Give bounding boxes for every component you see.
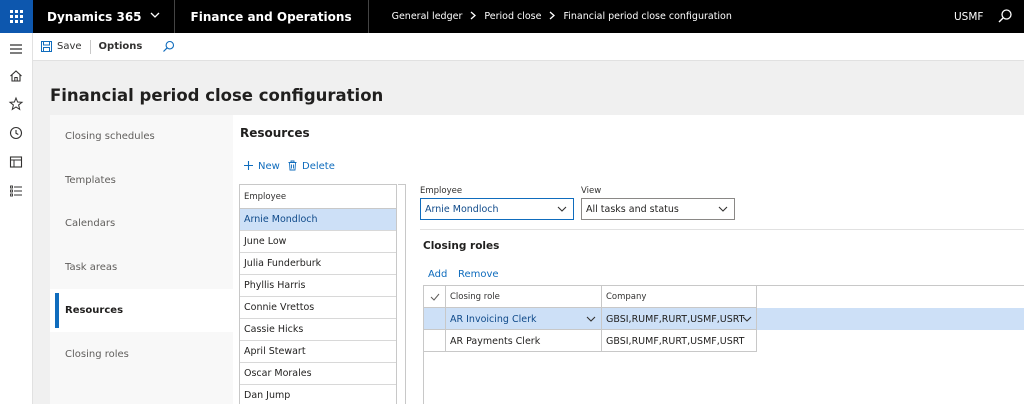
tab-templates[interactable]: Templates	[50, 159, 233, 202]
view-field-label: View	[581, 186, 602, 196]
table-row[interactable]: AR Payments Clerk GBSI,RUMF,RURT,USMF,US…	[424, 330, 1024, 352]
employee-column-header[interactable]: Employee	[240, 185, 396, 209]
closing-role-cell[interactable]: AR Invoicing Clerk	[450, 308, 536, 330]
add-role-button[interactable]: Add	[428, 269, 447, 280]
home-icon[interactable]	[8, 68, 24, 84]
view-dropdown-value: All tasks and status	[586, 203, 679, 215]
vertical-tabs: Closing schedules Templates Calendars Ta…	[50, 115, 233, 404]
company-column-header[interactable]: Company	[606, 286, 646, 308]
favorites-star-icon[interactable]	[8, 96, 24, 112]
save-icon	[41, 41, 52, 52]
employee-list: Employee Arnie Mondloch June Low Julia F…	[239, 184, 397, 404]
grid-header-row: Closing role Company	[424, 286, 1024, 308]
tab-resources[interactable]: Resources	[50, 289, 233, 332]
closing-role-cell[interactable]: AR Payments Clerk	[450, 330, 540, 352]
employee-dropdown-value: Arnie Mondloch	[425, 203, 499, 215]
list-item[interactable]: Dan Jump	[240, 385, 396, 404]
table-row[interactable]: AR Invoicing Clerk GBSI,RUMF,RURT,USMF,U…	[424, 308, 1024, 330]
view-dropdown[interactable]: All tasks and status	[581, 198, 735, 220]
new-label: New	[258, 161, 280, 172]
list-item[interactable]: Cassie Hicks	[240, 319, 396, 341]
chevron-right-icon	[549, 10, 556, 23]
action-search-icon[interactable]	[162, 40, 175, 53]
chevron-down-icon[interactable]	[742, 308, 752, 330]
tab-closing-schedules[interactable]: Closing schedules	[50, 115, 233, 158]
delete-button[interactable]: Delete	[287, 160, 335, 173]
list-item[interactable]: Oscar Morales	[240, 363, 396, 385]
list-item[interactable]: April Stewart	[240, 341, 396, 363]
save-label: Save	[57, 41, 82, 52]
hamburger-menu-icon[interactable]	[8, 41, 24, 57]
top-nav-bar: Dynamics 365 Finance and Operations Gene…	[0, 0, 1024, 33]
company-cell[interactable]: GBSI,RUMF,RURT,USMF,USRT	[606, 308, 744, 330]
tab-task-areas[interactable]: Task areas	[50, 246, 233, 289]
breadcrumb-item-current[interactable]: Financial period close configuration	[563, 11, 731, 22]
chevron-down-icon	[557, 205, 567, 213]
trash-icon	[287, 160, 298, 173]
grid-line	[601, 286, 602, 352]
list-item[interactable]: Julia Funderburk	[240, 253, 396, 275]
divider	[89, 39, 91, 54]
search-icon[interactable]	[997, 8, 1013, 24]
page-title: Financial period close configuration	[50, 86, 384, 105]
chevron-down-icon	[718, 205, 728, 213]
list-item[interactable]: Connie Vrettos	[240, 297, 396, 319]
breadcrumb: General ledger Period close Financial pe…	[369, 10, 732, 23]
waffle-icon	[10, 10, 23, 23]
chevron-down-icon	[150, 11, 160, 22]
list-item[interactable]: Phyllis Harris	[240, 275, 396, 297]
delete-label: Delete	[302, 161, 335, 172]
workspaces-icon[interactable]	[8, 154, 24, 170]
employee-list-scrollbar[interactable]	[398, 184, 406, 404]
breadcrumb-item-general-ledger[interactable]: General ledger	[392, 11, 463, 22]
resources-panel: Resources New Delete Employee Arnie Mond…	[233, 115, 1024, 404]
grid-line	[424, 307, 757, 308]
divider	[420, 229, 1024, 230]
closing-roles-grid: Closing role Company AR Invoicing Clerk …	[423, 285, 1024, 404]
select-all-checkmark-icon[interactable]	[424, 286, 445, 308]
chevron-right-icon	[470, 10, 477, 23]
breadcrumb-item-period-close[interactable]: Period close	[484, 11, 541, 22]
app-name[interactable]: Finance and Operations	[175, 0, 369, 33]
employee-field-label: Employee	[420, 186, 463, 196]
brand-switcher[interactable]: Dynamics 365	[33, 0, 175, 33]
company-picker[interactable]: USMF	[954, 0, 983, 33]
section-title: Resources	[240, 126, 310, 140]
chevron-down-icon[interactable]	[586, 308, 596, 330]
closing-roles-title: Closing roles	[423, 240, 500, 252]
action-pane: Save Options	[33, 33, 1024, 61]
remove-role-button[interactable]: Remove	[458, 269, 499, 280]
app-launcher-button[interactable]	[0, 0, 33, 33]
list-item[interactable]: June Low	[240, 231, 396, 253]
save-button[interactable]: Save	[33, 41, 82, 52]
grid-line	[424, 329, 757, 330]
tab-calendars[interactable]: Calendars	[50, 202, 233, 245]
grid-line	[424, 351, 757, 352]
grid-line	[756, 286, 757, 352]
brand-label: Dynamics 365	[47, 9, 142, 24]
recent-clock-icon[interactable]	[8, 125, 24, 141]
options-button[interactable]: Options	[99, 41, 143, 52]
navigation-rail	[0, 33, 33, 404]
new-button[interactable]: New	[243, 160, 280, 173]
company-cell[interactable]: GBSI,RUMF,RURT,USMF,USRT	[606, 330, 744, 352]
tab-closing-roles[interactable]: Closing roles	[50, 333, 233, 376]
employee-dropdown[interactable]: Arnie Mondloch	[420, 198, 574, 220]
grid-line	[445, 286, 446, 352]
closing-role-column-header[interactable]: Closing role	[450, 286, 500, 308]
list-item[interactable]: Arnie Mondloch	[240, 209, 396, 231]
modules-list-icon[interactable]	[8, 183, 24, 199]
plus-icon	[243, 160, 254, 173]
